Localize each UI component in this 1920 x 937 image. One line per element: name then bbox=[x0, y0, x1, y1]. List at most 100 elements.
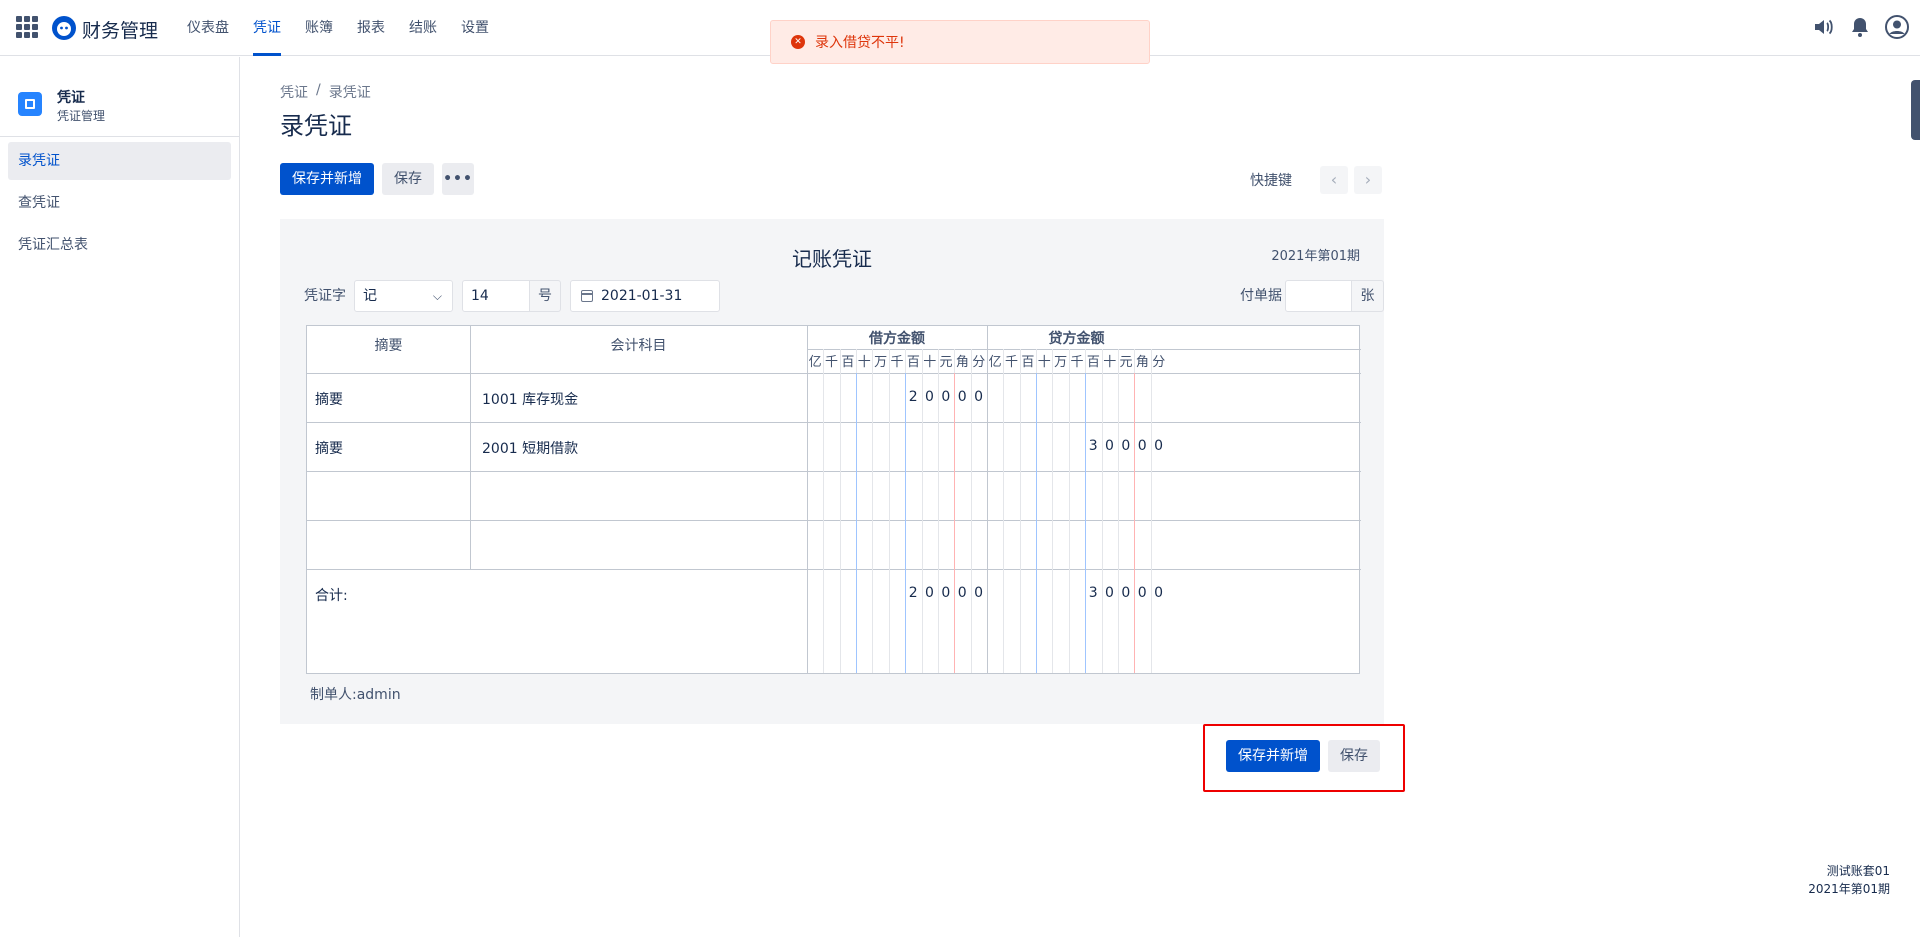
voucher-date-picker[interactable]: 2021-01-31 bbox=[570, 280, 720, 312]
breadcrumb-current: 录凭证 bbox=[328, 85, 371, 101]
digit-divider bbox=[1068, 349, 1070, 373]
digit-unit-header: 百 bbox=[841, 355, 855, 370]
digit-divider bbox=[1134, 373, 1136, 673]
nav-reports[interactable]: 报表 bbox=[348, 0, 394, 56]
row-divider bbox=[307, 520, 1361, 521]
more-actions-button[interactable]: ••• bbox=[442, 163, 474, 195]
row-divider bbox=[307, 471, 1361, 472]
column-header-account: 会计科目 bbox=[610, 338, 667, 354]
app-name: 财务管理 bbox=[82, 20, 159, 42]
speaker-icon[interactable] bbox=[1810, 14, 1836, 40]
digit-divider bbox=[970, 373, 972, 673]
digit-unit-header: 千 bbox=[890, 355, 904, 370]
voucher-word-label: 凭证字 bbox=[304, 288, 346, 304]
total-label: 合计: bbox=[315, 588, 348, 604]
account-set-name: 测试账套01 bbox=[1826, 864, 1890, 878]
voucher-word-select[interactable]: 记 ⌵ bbox=[354, 280, 453, 312]
breadcrumb-voucher[interactable]: 凭证 bbox=[280, 82, 308, 102]
digit-unit-header: 亿 bbox=[808, 355, 822, 370]
attachment-count-input[interactable] bbox=[1285, 280, 1352, 312]
digit-unit-header: 十 bbox=[923, 355, 937, 370]
breadcrumb-separator: / bbox=[316, 82, 321, 98]
row-account-cell[interactable]: 1001 库存现金 bbox=[482, 389, 578, 409]
digit-unit-header: 百 bbox=[906, 355, 920, 370]
digit-divider bbox=[1003, 373, 1005, 673]
app-logo-icon bbox=[52, 16, 76, 40]
nav-closing[interactable]: 结账 bbox=[400, 0, 446, 56]
nav-voucher[interactable]: 凭证 bbox=[244, 0, 290, 56]
digit-divider bbox=[1150, 373, 1152, 673]
digit-unit-header: 十 bbox=[1103, 355, 1117, 370]
digit-divider bbox=[1117, 349, 1119, 373]
app-switcher-icon[interactable] bbox=[16, 16, 38, 38]
total-credit-digit: 0 bbox=[1154, 585, 1164, 601]
digit-divider bbox=[905, 349, 907, 373]
digit-divider bbox=[954, 349, 956, 373]
digit-unit-header: 角 bbox=[955, 355, 969, 370]
footer-info: 测试账套01 2021年第01期 bbox=[1808, 862, 1890, 898]
save-and-new-button[interactable]: 保存并新增 bbox=[280, 163, 374, 195]
digit-divider bbox=[1150, 349, 1152, 373]
row-account-cell[interactable]: 2001 短期借款 bbox=[482, 438, 578, 458]
voucher-date-value: 2021-01-31 bbox=[601, 288, 683, 304]
digit-unit-header: 十 bbox=[1037, 355, 1051, 370]
chevron-down-icon: ⌵ bbox=[432, 289, 442, 303]
sidebar-title: 凭证 bbox=[57, 90, 85, 106]
column-header-credit: 贷方金额 bbox=[1048, 330, 1105, 347]
sidebar-item-enter-voucher[interactable]: 录凭证 bbox=[8, 142, 231, 180]
digit-divider bbox=[823, 373, 825, 673]
error-toast: ✕ 录入借贷不平! bbox=[770, 20, 1150, 64]
digit-divider bbox=[954, 373, 956, 673]
voucher-entry-table: 摘要 会计科目 借方金额 贷方金额 亿千百十万千百十元角分亿千百十万千百十元角分… bbox=[306, 325, 1361, 674]
column-divider bbox=[470, 326, 471, 569]
digit-divider bbox=[1036, 373, 1038, 673]
nav-settings[interactable]: 设置 bbox=[452, 0, 498, 56]
digit-divider bbox=[1019, 349, 1021, 373]
sidebar-subtitle: 凭证管理 bbox=[57, 109, 106, 123]
digit-divider bbox=[1085, 373, 1087, 673]
digit-divider bbox=[856, 349, 858, 373]
voucher-number-input[interactable]: 14 bbox=[462, 280, 530, 312]
column-divider bbox=[987, 326, 988, 673]
digit-unit-header: 角 bbox=[1135, 355, 1149, 370]
digit-divider bbox=[1101, 373, 1103, 673]
user-avatar-icon[interactable] bbox=[1884, 14, 1910, 40]
digit-divider bbox=[1085, 349, 1087, 373]
row-summary-cell[interactable]: 摘要 bbox=[315, 389, 343, 409]
column-header-debit: 借方金额 bbox=[869, 330, 925, 347]
digit-unit-header: 十 bbox=[857, 355, 871, 370]
column-divider bbox=[807, 326, 808, 673]
voucher-title: 记账凭证 bbox=[792, 247, 872, 271]
digit-unit-header: 分 bbox=[972, 355, 986, 370]
sidebar-item-query-voucher[interactable]: 查凭证 bbox=[8, 184, 231, 222]
voucher-header-form: 凭证字 记 ⌵ 14 号 2021-01-31 付单据 张 bbox=[304, 280, 1384, 312]
prev-voucher-button[interactable]: ‹ bbox=[1320, 166, 1348, 194]
digit-unit-header: 元 bbox=[1119, 355, 1133, 370]
side-panel-handle[interactable] bbox=[1911, 80, 1920, 140]
row-summary-cell[interactable]: 摘要 bbox=[315, 438, 343, 458]
toast-message: 录入借贷不平! bbox=[815, 35, 905, 51]
digit-divider bbox=[1019, 373, 1021, 673]
digit-unit-header: 百 bbox=[1021, 355, 1035, 370]
voucher-word-value: 记 bbox=[363, 288, 377, 304]
calendar-icon bbox=[581, 290, 593, 302]
notification-bell-icon[interactable] bbox=[1847, 14, 1873, 40]
digit-unit-header: 亿 bbox=[988, 355, 1002, 370]
nav-dashboard[interactable]: 仪表盘 bbox=[178, 0, 238, 56]
digit-divider bbox=[1003, 349, 1005, 373]
nav-ledger[interactable]: 账簿 bbox=[296, 0, 342, 56]
next-voucher-button[interactable]: › bbox=[1354, 166, 1382, 194]
credit-digit: 0 bbox=[1154, 438, 1164, 454]
top-right-actions bbox=[1810, 14, 1910, 40]
digit-divider bbox=[839, 349, 841, 373]
digit-unit-header: 元 bbox=[939, 355, 953, 370]
error-circle-icon: ✕ bbox=[791, 35, 805, 49]
digit-divider bbox=[970, 349, 972, 373]
column-header-summary: 摘要 bbox=[374, 338, 403, 354]
digit-divider bbox=[937, 349, 939, 373]
shortcut-keys-link[interactable]: 快捷键 bbox=[1250, 170, 1292, 190]
digit-divider bbox=[823, 349, 825, 373]
sidebar-item-voucher-summary[interactable]: 凭证汇总表 bbox=[8, 226, 231, 264]
row-divider bbox=[307, 422, 1361, 423]
save-button[interactable]: 保存 bbox=[382, 163, 434, 195]
